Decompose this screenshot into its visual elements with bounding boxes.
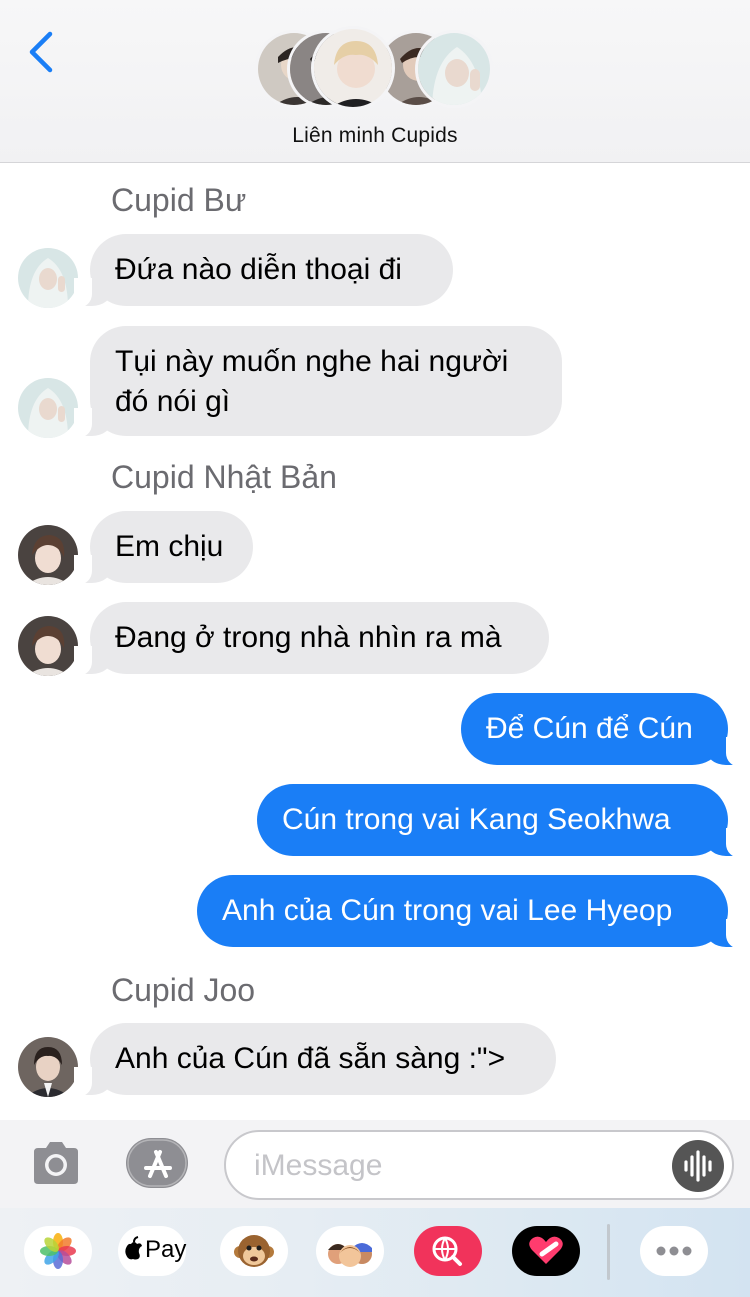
message-bubble[interactable]: Đứa nào diễn thoại đi [74, 234, 453, 308]
message-list: Cupid Bư Đứa nào diễn thoại đi Tụi này m… [0, 164, 750, 1120]
apple-pay-app-button[interactable]: Pay [118, 1226, 186, 1276]
sender-avatar [18, 525, 78, 585]
digital-touch-icon [529, 1236, 563, 1264]
waveform-icon [684, 1150, 712, 1182]
web-search-icon [432, 1236, 462, 1266]
sender-avatar [18, 1037, 78, 1097]
message-bubble[interactable]: Đang ở trong nhà nhìn ra mà [74, 602, 549, 676]
web-search-app-button[interactable] [414, 1226, 482, 1276]
app-store-button[interactable] [126, 1138, 190, 1188]
camera-icon [34, 1142, 78, 1184]
imessage-app-drawer: Pay [0, 1208, 750, 1297]
dictation-button[interactable] [672, 1140, 724, 1192]
group-name[interactable]: Liên minh Cupids [0, 124, 750, 148]
message-bubble[interactable]: Anh của Cún đã sẵn sàng :"> [74, 1023, 556, 1097]
sender-avatar [18, 378, 78, 438]
memoji-icon [328, 1243, 372, 1267]
message-bubble[interactable]: Tụi này muốn nghe hai người đó nói gì [74, 326, 562, 438]
animoji-app-button[interactable] [220, 1226, 288, 1276]
memoji-app-button[interactable] [316, 1226, 384, 1276]
sender-avatar [18, 616, 78, 676]
message-bubble[interactable]: Em chịu [74, 511, 253, 585]
chevron-left-icon [29, 31, 53, 73]
sender-name: Cupid Nhật Bản [111, 459, 337, 495]
animoji-icon [234, 1235, 274, 1267]
group-member-avatar [311, 26, 395, 110]
photos-icon [40, 1233, 76, 1269]
more-apps-button[interactable] [640, 1226, 708, 1276]
message-input[interactable] [254, 1144, 674, 1188]
compose-bar [0, 1120, 750, 1208]
message-field[interactable] [224, 1130, 734, 1200]
photos-app-button[interactable] [24, 1226, 92, 1276]
app-drawer-divider [607, 1224, 610, 1280]
message-bubble-outgoing[interactable]: Anh của Cún trong vai Lee Hyeop [197, 875, 744, 949]
app-store-icon [126, 1138, 188, 1188]
more-icon [656, 1246, 692, 1256]
message-bubble-outgoing[interactable]: Cún trong vai Kang Seokhwa [257, 784, 744, 858]
apple-pay-label: Pay [145, 1236, 187, 1263]
back-button[interactable] [22, 28, 62, 76]
conversation-header: Liên minh Cupids [0, 0, 750, 163]
sender-name: Cupid Bư [111, 182, 247, 218]
message-bubble-outgoing[interactable]: Để Cún để Cún [461, 693, 744, 767]
digital-touch-app-button[interactable] [512, 1226, 580, 1276]
group-member-avatar [415, 30, 493, 108]
sender-avatar [18, 248, 78, 308]
camera-button[interactable] [30, 1140, 82, 1186]
group-avatars[interactable] [255, 26, 497, 110]
sender-name: Cupid Joo [111, 972, 256, 1008]
